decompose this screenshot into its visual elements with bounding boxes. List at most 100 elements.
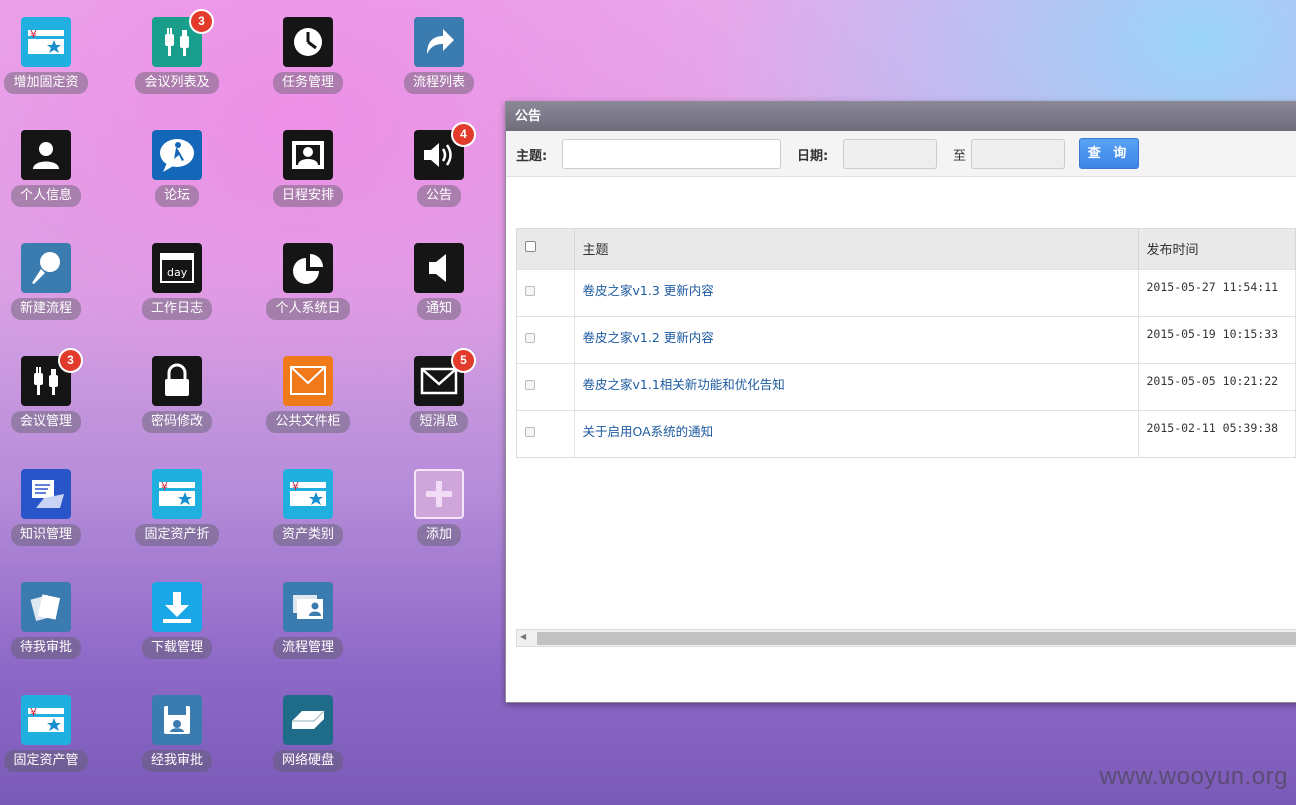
search-toolbar: 主题: 日期: 至 查 询 bbox=[506, 131, 1296, 177]
desktop-icon-1[interactable]: ¥ 增加固定资 bbox=[0, 17, 101, 98]
calendar-day-icon[interactable]: day bbox=[152, 243, 202, 293]
row-select-cell bbox=[517, 409, 575, 457]
volume-icon[interactable] bbox=[414, 243, 464, 293]
announcement-link[interactable]: 卷皮之家v1.1相关新功能和优化告知 bbox=[583, 377, 785, 392]
announcement-link[interactable]: 关于启用OA系统的通知 bbox=[583, 424, 714, 439]
floppy-icon[interactable] bbox=[152, 695, 202, 745]
svg-text:¥: ¥ bbox=[292, 480, 299, 493]
person-icon[interactable] bbox=[21, 130, 71, 180]
date-label: 日期: bbox=[797, 149, 829, 164]
query-button[interactable]: 查 询 bbox=[1079, 138, 1139, 169]
desktop-icon-14[interactable]: 密码修改 bbox=[122, 356, 232, 437]
desktop-icon-label: 会议列表及 bbox=[135, 72, 219, 94]
asset-card-icon[interactable]: ¥ bbox=[152, 469, 202, 519]
announcement-link[interactable]: 卷皮之家v1.3 更新内容 bbox=[583, 283, 714, 298]
horizontal-scrollbar[interactable]: ◀ bbox=[516, 629, 1296, 647]
desktop-icon-label: 任务管理 bbox=[272, 72, 343, 94]
desktop-icon-label: 固定资产管 bbox=[4, 750, 88, 772]
desktop-icon-10[interactable]: day 工作日志 bbox=[122, 243, 232, 324]
desktop-icon-22[interactable]: 下载管理 bbox=[122, 582, 232, 663]
desktop-icon-25[interactable]: 经我审批 bbox=[122, 695, 232, 776]
desktop-icon-label: 经我审批 bbox=[141, 750, 212, 772]
asset-card-icon[interactable]: ¥ bbox=[21, 695, 71, 745]
plug-icon[interactable]: 3 bbox=[152, 9, 214, 67]
row-checkbox[interactable] bbox=[525, 285, 535, 296]
lock-icon[interactable] bbox=[152, 356, 202, 406]
share-arrow-icon[interactable] bbox=[414, 17, 464, 67]
desktop-icon-label: 短消息 bbox=[410, 411, 468, 433]
time-cell: 2015-05-19 10:15:33 bbox=[1138, 315, 1296, 363]
table-row[interactable]: 卷皮之家v1.2 更新内容 2015-05-19 10:15:33 bbox=[517, 315, 1296, 363]
pie-chart-icon[interactable] bbox=[283, 243, 333, 293]
pushpin-icon[interactable] bbox=[21, 243, 71, 293]
desktop-icon-7[interactable]: 日程安排 bbox=[253, 130, 363, 211]
to-label: 至 bbox=[953, 149, 967, 164]
desktop-icon-17[interactable]: 知识管理 bbox=[0, 469, 101, 550]
table-row[interactable]: 卷皮之家v1.3 更新内容 2015-05-27 11:54:11 bbox=[517, 268, 1296, 316]
publish-time: 2015-02-11 05:39:38 bbox=[1146, 420, 1279, 435]
watermark: www.wooyun.org bbox=[1099, 763, 1288, 790]
window-title[interactable]: 公告 bbox=[506, 102, 1296, 131]
asset-card-icon[interactable]: ¥ bbox=[21, 17, 71, 67]
column-header-subject[interactable]: 主题 bbox=[574, 229, 1139, 269]
clock-icon[interactable] bbox=[283, 17, 333, 67]
desktop-icon-2[interactable]: 3 会议列表及 bbox=[122, 9, 232, 98]
desktop-icon-19[interactable]: ¥ 资产类别 bbox=[253, 469, 363, 550]
notification-badge: 3 bbox=[189, 9, 214, 34]
row-checkbox[interactable] bbox=[525, 379, 535, 390]
laptop-icon[interactable] bbox=[21, 469, 71, 519]
subject-cell: 卷皮之家v1.2 更新内容 bbox=[574, 315, 1139, 363]
desktop-icon-label: 会议管理 bbox=[10, 411, 81, 433]
plus-icon[interactable] bbox=[414, 469, 464, 519]
schedule-icon[interactable] bbox=[283, 130, 333, 180]
forum-bubble-icon[interactable] bbox=[152, 130, 202, 180]
subject-cell: 卷皮之家v1.1相关新功能和优化告知 bbox=[574, 362, 1139, 410]
desktop-icon-20[interactable]: 添加 bbox=[384, 469, 494, 550]
envelope-icon[interactable]: 5 bbox=[414, 348, 476, 406]
scrollbar-thumb[interactable] bbox=[537, 632, 1296, 645]
row-checkbox[interactable] bbox=[525, 426, 535, 437]
table-row[interactable]: 卷皮之家v1.1相关新功能和优化告知 2015-05-05 10:21:22 bbox=[517, 362, 1296, 410]
plug-icon[interactable]: 3 bbox=[21, 348, 83, 406]
date-from-input[interactable] bbox=[843, 139, 937, 169]
desktop-icon-21[interactable]: 待我审批 bbox=[0, 582, 101, 663]
column-header-time[interactable]: 发布时间 bbox=[1138, 229, 1296, 269]
desktop-icon-24[interactable]: ¥ 固定资产管 bbox=[0, 695, 101, 776]
desktop-icon-8[interactable]: 4 公告 bbox=[384, 122, 494, 211]
row-select-cell bbox=[517, 362, 575, 410]
pages-icon[interactable] bbox=[21, 582, 71, 632]
desktop-icon-label: 固定资产折 bbox=[135, 524, 219, 546]
desktop-icon-16[interactable]: 5 短消息 bbox=[384, 348, 494, 437]
desktop-icon-label: 个人信息 bbox=[10, 185, 81, 207]
row-select-cell bbox=[517, 315, 575, 363]
desktop-icon-18[interactable]: ¥ 固定资产折 bbox=[122, 469, 232, 550]
desktop-icon-label: 日程安排 bbox=[272, 185, 343, 207]
cards-icon[interactable] bbox=[283, 582, 333, 632]
desktop-icon-13[interactable]: 3 会议管理 bbox=[0, 348, 101, 437]
select-all-checkbox[interactable] bbox=[525, 241, 536, 253]
subject-input[interactable] bbox=[562, 139, 781, 169]
desktop-icon-4[interactable]: 流程列表 bbox=[384, 17, 494, 98]
mail-open-icon[interactable] bbox=[283, 356, 333, 406]
table-row[interactable]: 关于启用OA系统的通知 2015-02-11 05:39:38 bbox=[517, 409, 1296, 457]
row-checkbox[interactable] bbox=[525, 332, 535, 343]
desktop-icon-3[interactable]: 任务管理 bbox=[253, 17, 363, 98]
desktop-icon-23[interactable]: 流程管理 bbox=[253, 582, 363, 663]
asset-card-icon[interactable]: ¥ bbox=[283, 469, 333, 519]
desktop-icon-11[interactable]: 个人系统日 bbox=[253, 243, 363, 324]
desktop-icon-15[interactable]: 公共文件柜 bbox=[253, 356, 363, 437]
desktop-icon-12[interactable]: 通知 bbox=[384, 243, 494, 324]
scroll-left-icon[interactable]: ◀ bbox=[520, 632, 526, 641]
download-icon[interactable] bbox=[152, 582, 202, 632]
desktop-icon-26[interactable]: 网络硬盘 bbox=[253, 695, 363, 776]
date-to-input[interactable] bbox=[971, 139, 1065, 169]
table-header-row: 主题 发布时间 发 bbox=[517, 229, 1296, 269]
desktop-icon-6[interactable]: 论坛 bbox=[122, 130, 232, 211]
desktop-icon-label: 增加固定资 bbox=[4, 72, 88, 94]
time-cell: 2015-05-27 11:54:11 bbox=[1138, 268, 1296, 316]
announcement-link[interactable]: 卷皮之家v1.2 更新内容 bbox=[583, 330, 714, 345]
desktop-icon-9[interactable]: 新建流程 bbox=[0, 243, 101, 324]
desktop-icon-5[interactable]: 个人信息 bbox=[0, 130, 101, 211]
speaker-icon[interactable]: 4 bbox=[414, 122, 476, 180]
harddisk-icon[interactable] bbox=[283, 695, 333, 745]
